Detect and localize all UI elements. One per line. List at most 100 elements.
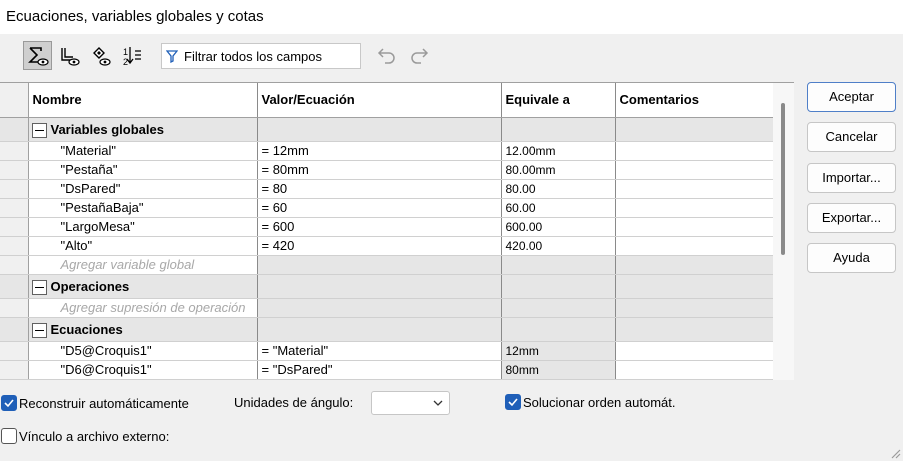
equals-cell: 60.00 [501, 198, 616, 218]
row-header [0, 274, 29, 299]
name-cell[interactable]: "Pestaña" [28, 160, 258, 180]
table-row[interactable]: "D5@Croquis1" = "Material" 12mm [0, 341, 774, 361]
value-cell[interactable]: = 600 [257, 217, 502, 237]
value-cell[interactable]: = "Material" [257, 341, 502, 361]
equals-cell: 12.00mm [501, 141, 616, 161]
angle-units-label: Unidades de ángulo: [234, 395, 354, 410]
sort-order-icon: 1 2 [123, 46, 141, 67]
comment-cell[interactable] [615, 217, 774, 237]
add-suppression-cell[interactable]: Agregar supresión de operación [28, 298, 258, 318]
title-bar: Ecuaciones, variables globales y cotas [0, 0, 903, 34]
column-header-value[interactable]: Valor/Ecuación [257, 83, 502, 118]
external-link-label: Vínculo a archivo externo: [19, 429, 170, 444]
import-button[interactable]: Importar... [807, 163, 896, 193]
row-header [0, 341, 29, 361]
sum-view-button[interactable] [23, 41, 52, 70]
empty-cell [615, 298, 774, 318]
scrollbar-thumb[interactable] [781, 103, 785, 255]
sort-order-button[interactable]: 1 2 [117, 41, 146, 70]
grid-header-row: Nombre Valor/Ecuación Equivale a Comenta… [0, 83, 774, 118]
table-row[interactable]: "Pestaña" = 80mm 80.00mm [0, 160, 774, 180]
group-name-cell[interactable]: Operaciones [28, 274, 258, 299]
add-global-variable-cell[interactable]: Agregar variable global [28, 255, 258, 275]
table-row[interactable]: "DsPared" = 80 80.00 [0, 179, 774, 199]
group-cell [501, 274, 616, 299]
group-cell [501, 117, 616, 142]
column-header-name[interactable]: Nombre [28, 83, 258, 118]
vertical-scrollbar[interactable] [773, 83, 794, 380]
external-link-checkbox[interactable] [1, 428, 17, 444]
auto-rebuild-label: Reconstruir automáticamente [19, 396, 189, 411]
name-cell[interactable]: "PestañaBaja" [28, 198, 258, 218]
comment-cell[interactable] [615, 198, 774, 218]
collapse-icon[interactable] [31, 322, 47, 338]
value-cell[interactable]: = 420 [257, 236, 502, 256]
chevron-down-icon [433, 400, 443, 406]
table-row[interactable]: "D6@Croquis1" = "DsPared" 80mm [0, 360, 774, 380]
name-cell[interactable]: "Alto" [28, 236, 258, 256]
comment-cell[interactable] [615, 179, 774, 199]
column-header-comments[interactable]: Comentarios [615, 83, 774, 118]
comment-cell[interactable] [615, 341, 774, 361]
value-cell[interactable]: = "DsPared" [257, 360, 502, 380]
name-cell[interactable]: "LargoMesa" [28, 217, 258, 237]
collapse-icon[interactable] [31, 279, 47, 295]
redo-icon[interactable] [408, 45, 430, 65]
comment-cell[interactable] [615, 360, 774, 380]
value-cell[interactable]: = 12mm [257, 141, 502, 161]
help-button[interactable]: Ayuda [807, 243, 896, 273]
table-row[interactable]: "Alto" = 420 420.00 [0, 236, 774, 256]
add-suppression-row[interactable]: Agregar supresión de operación [0, 298, 774, 318]
row-header [0, 236, 29, 256]
collapse-icon[interactable] [31, 122, 47, 138]
filter-field[interactable]: Filtrar todos los campos [161, 43, 361, 69]
group-cell [615, 117, 774, 142]
value-cell[interactable]: = 60 [257, 198, 502, 218]
ordered-view-button[interactable] [86, 41, 115, 70]
equals-cell: 420.00 [501, 236, 616, 256]
group-row-equations[interactable]: Ecuaciones [0, 317, 774, 342]
name-cell[interactable]: "DsPared" [28, 179, 258, 199]
value-cell[interactable]: = 80mm [257, 160, 502, 180]
row-header [0, 360, 29, 380]
group-label-operations: Operaciones [50, 278, 130, 294]
column-header-equals[interactable]: Equivale a [501, 83, 616, 118]
sum-view-icon [27, 46, 49, 66]
equations-grid[interactable]: Nombre Valor/Ecuación Equivale a Comenta… [0, 82, 794, 380]
group-name-cell[interactable]: Ecuaciones [28, 317, 258, 342]
group-cell [615, 274, 774, 299]
export-button[interactable]: Exportar... [807, 203, 896, 233]
dimension-view-button[interactable] [55, 41, 84, 70]
add-global-variable-row[interactable]: Agregar variable global [0, 255, 774, 275]
accept-button[interactable]: Aceptar [807, 82, 896, 112]
angle-units-select[interactable] [371, 391, 450, 415]
empty-cell [257, 298, 502, 318]
undo-icon[interactable] [376, 45, 398, 65]
table-row[interactable]: "PestañaBaja" = 60 60.00 [0, 198, 774, 218]
dimension-view-icon [60, 47, 80, 66]
comment-cell[interactable] [615, 236, 774, 256]
group-name-cell[interactable]: Variables globales [28, 117, 258, 142]
comment-cell[interactable] [615, 160, 774, 180]
comment-cell[interactable] [615, 141, 774, 161]
row-header [0, 160, 29, 180]
cancel-button[interactable]: Cancelar [807, 122, 896, 152]
table-row[interactable]: "Material" = 12mm 12.00mm [0, 141, 774, 161]
equals-cell: 80.00mm [501, 160, 616, 180]
row-header-corner [0, 83, 29, 118]
value-cell[interactable]: = 80 [257, 179, 502, 199]
filter-icon [166, 50, 178, 63]
resize-grip-icon[interactable] [889, 447, 901, 459]
group-row-operations[interactable]: Operaciones [0, 274, 774, 299]
empty-cell [501, 255, 616, 275]
table-row[interactable]: "LargoMesa" = 600 600.00 [0, 217, 774, 237]
name-cell[interactable]: "D5@Croquis1" [28, 341, 258, 361]
row-header [0, 198, 29, 218]
filter-label: Filtrar todos los campos [184, 49, 322, 64]
empty-cell [615, 255, 774, 275]
group-row-globals[interactable]: Variables globales [0, 117, 774, 142]
auto-rebuild-checkbox[interactable] [1, 395, 17, 411]
name-cell[interactable]: "Material" [28, 141, 258, 161]
auto-solve-checkbox[interactable] [505, 394, 521, 410]
name-cell[interactable]: "D6@Croquis1" [28, 360, 258, 380]
